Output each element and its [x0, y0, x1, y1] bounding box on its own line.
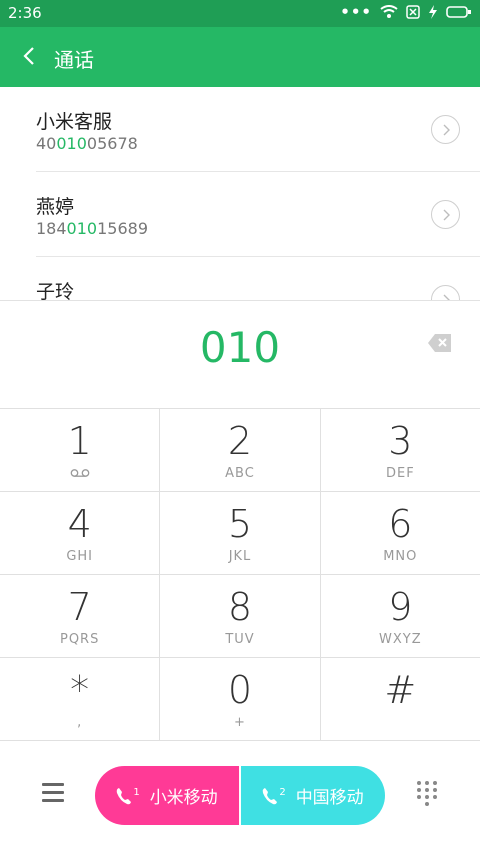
key-digit: 9 [388, 585, 413, 629]
call-bar: 1 小米移动 2 中国移动 [0, 738, 480, 853]
key-letters: WXYZ [379, 632, 422, 647]
key-letters: MNO [383, 549, 418, 564]
chevron-left-icon [23, 47, 34, 65]
key-digit: 0 [227, 668, 253, 712]
backspace-icon[interactable] [428, 333, 452, 353]
contact-row[interactable]: 小米客服 4001005678 [36, 87, 480, 172]
battery-icon [446, 6, 471, 18]
call-sim1-button[interactable]: 1 小米移动 [95, 766, 239, 825]
key-9[interactable]: 9 WXYZ [321, 575, 480, 657]
keypad-toggle-icon[interactable] [417, 781, 437, 807]
key-7[interactable]: 7 PQRS [0, 575, 161, 657]
sim-slot-number: 2 [279, 786, 286, 798]
more-dots-icon: ••• [340, 3, 372, 21]
call-sim2-button[interactable]: 2 中国移动 [241, 766, 385, 825]
key-8[interactable]: 8 TUV [160, 575, 321, 657]
page-title: 通话 [54, 48, 94, 72]
key-digit: 3 [388, 419, 413, 463]
no-sim-icon [406, 5, 420, 19]
key-digit: 6 [388, 502, 413, 546]
key-digit: 2 [227, 419, 253, 463]
menu-icon[interactable] [42, 783, 64, 802]
charging-icon [429, 5, 437, 19]
key-letters: DEF [385, 466, 415, 481]
contact-row[interactable]: 子玲 [36, 257, 480, 300]
status-icons: ••• [340, 3, 472, 21]
key-letters: ABC [225, 466, 255, 481]
key-letters: + [234, 715, 246, 730]
key-letters: JKL [228, 549, 252, 564]
contact-name: 小米客服 [36, 111, 113, 133]
sim-slot-number: 1 [133, 786, 140, 798]
contact-number: 18401015689 [36, 219, 148, 238]
chevron-right-icon [443, 209, 450, 220]
contact-number: 4001005678 [36, 134, 138, 153]
key-hash[interactable]: # [321, 658, 480, 740]
key-digit: 1 [67, 419, 92, 463]
key-1[interactable]: 1 [0, 409, 161, 491]
back-button[interactable] [14, 41, 44, 71]
contact-detail-button[interactable] [431, 285, 460, 300]
key-0[interactable]: 0 + [160, 658, 321, 740]
contact-suggestion-list: 小米客服 4001005678 燕婷 18401015689 子玲 [0, 87, 480, 300]
key-digit: # [384, 668, 417, 712]
key-6[interactable]: 6 MNO [321, 492, 480, 574]
key-letters: , [77, 715, 83, 730]
voicemail-icon [70, 469, 90, 477]
key-digit: 4 [67, 502, 92, 546]
key-digit: 8 [227, 585, 253, 629]
sim1-label: 小米移动 [149, 788, 218, 808]
key-digit: 7 [67, 585, 92, 629]
key-2[interactable]: 2 ABC [160, 409, 321, 491]
key-4[interactable]: 4 GHI [0, 492, 161, 574]
key-3[interactable]: 3 DEF [321, 409, 480, 491]
dial-display: 010 [0, 301, 480, 408]
chevron-right-icon [443, 124, 450, 135]
phone-icon: 2 [262, 786, 286, 805]
key-digit: * [70, 668, 90, 712]
app-header: 通话 [0, 27, 480, 87]
contact-detail-button[interactable] [431, 115, 460, 144]
contact-name: 燕婷 [36, 196, 75, 218]
dialed-number: 010 [199, 323, 281, 372]
phone-icon: 1 [116, 786, 140, 805]
sim2-label: 中国移动 [295, 788, 364, 808]
status-bar: 2:36 ••• [0, 0, 480, 27]
wifi-icon [380, 5, 398, 18]
status-time: 2:36 [8, 4, 42, 22]
key-letters: TUV [225, 632, 255, 647]
key-digit: 5 [227, 502, 253, 546]
key-letters: GHI [66, 549, 93, 564]
key-star[interactable]: * , [0, 658, 161, 740]
contact-name: 子玲 [36, 281, 75, 300]
contact-detail-button[interactable] [431, 200, 460, 229]
dial-keypad: 1 2 ABC 3 DEF 4 GHI 5 JKL 6 MNO 7 PQRS 8… [0, 408, 480, 741]
key-letters: PQRS [59, 632, 100, 647]
contact-row[interactable]: 燕婷 18401015689 [36, 172, 480, 257]
key-5[interactable]: 5 JKL [160, 492, 321, 574]
